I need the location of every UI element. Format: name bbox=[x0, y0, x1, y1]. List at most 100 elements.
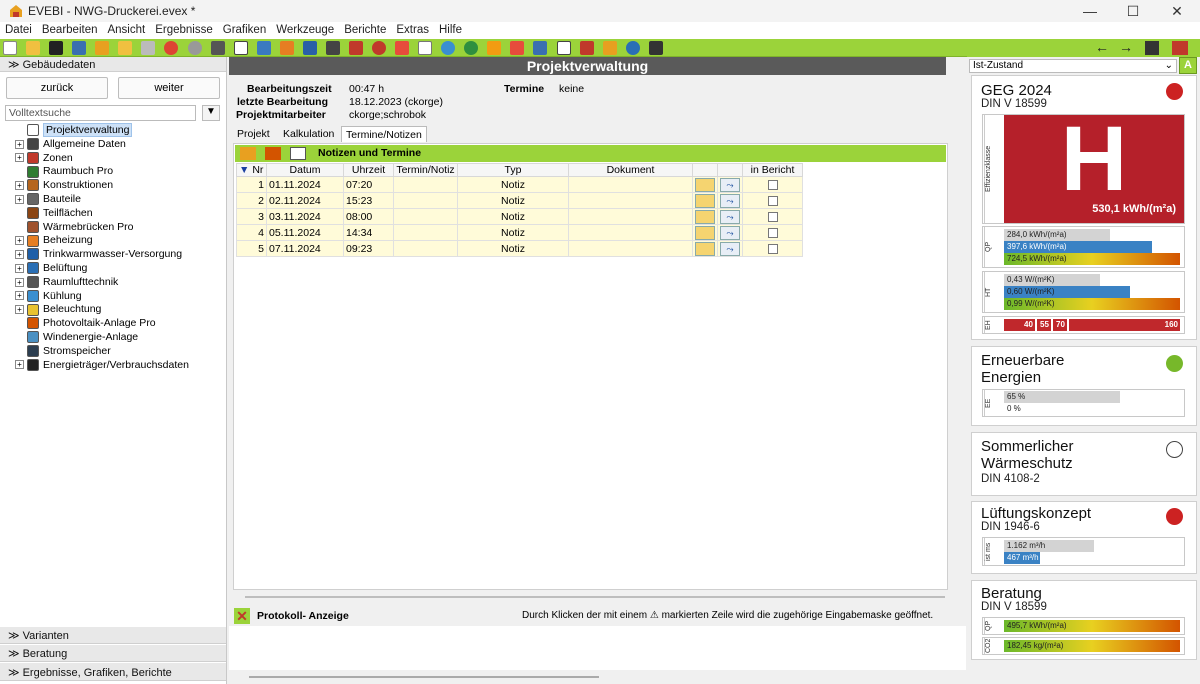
col-nr[interactable]: ▼ Nr bbox=[236, 163, 267, 177]
in-bericht-checkbox[interactable] bbox=[767, 195, 778, 206]
open-folder-icon[interactable] bbox=[695, 225, 715, 240]
close-x-icon[interactable]: ✕ bbox=[234, 608, 250, 624]
tree-item[interactable]: + Bauteile bbox=[15, 193, 81, 206]
col-datum[interactable]: Datum bbox=[266, 163, 344, 177]
mushroom-icon[interactable] bbox=[372, 41, 386, 55]
lueftung-card[interactable]: Lüftungskonzept DIN 1946-6 ist ms 1.162 … bbox=[971, 501, 1197, 574]
table-row[interactable]: 1 01.11.2024 07:20 Notiz ⤳ bbox=[236, 176, 803, 193]
search-input[interactable]: Volltextsuche bbox=[5, 105, 196, 121]
menu-werkzeuge[interactable]: Werkzeuge bbox=[271, 22, 339, 36]
tree-item[interactable]: Teilflächen bbox=[15, 207, 93, 220]
section-varianten[interactable]: ≫ Varianten bbox=[0, 627, 226, 644]
jump-icon[interactable] bbox=[1145, 41, 1159, 55]
col-in-bericht[interactable]: in Bericht bbox=[742, 163, 803, 177]
filter-icon[interactable]: ▼ bbox=[202, 105, 220, 121]
expand-icon[interactable]: + bbox=[15, 249, 24, 259]
tree-item[interactable]: Raumbuch Pro bbox=[15, 165, 113, 178]
col-uhrzeit[interactable]: Uhrzeit bbox=[343, 163, 394, 177]
tree-item[interactable]: + Beheizung bbox=[15, 234, 93, 247]
beratung-card[interactable]: Beratung DIN V 18599 QP 495,7 kWh/(m²a) … bbox=[971, 580, 1197, 660]
state-select[interactable]: Ist-Zustand ⌄ bbox=[969, 59, 1177, 73]
table-row[interactable]: 3 03.11.2024 08:00 Notiz ⤳ bbox=[236, 208, 803, 225]
table-row[interactable]: 5 07.11.2024 09:23 Notiz ⤳ bbox=[236, 240, 803, 257]
menu-datei[interactable]: Datei bbox=[0, 22, 37, 36]
col-typ[interactable]: Typ bbox=[457, 163, 569, 177]
back-button[interactable]: zurück bbox=[6, 77, 108, 99]
tree-item[interactable]: + Zonen bbox=[15, 151, 73, 165]
menu-ergebnisse[interactable]: Ergebnisse bbox=[150, 22, 218, 36]
link-icon[interactable]: ⤳ bbox=[720, 177, 740, 192]
tab-projekt[interactable]: Projekt bbox=[233, 126, 274, 142]
section-beratung[interactable]: ≫ Beratung bbox=[0, 645, 226, 662]
panel-icon[interactable] bbox=[533, 41, 548, 55]
forward-arrow-icon[interactable]: → bbox=[1119, 39, 1133, 55]
back-arrow-icon[interactable]: ← bbox=[1095, 39, 1109, 55]
ee-card[interactable]: Erneuerbare Energien EE 65 % 0 % bbox=[971, 346, 1197, 426]
tree-item[interactable]: Wärmebrücken Pro bbox=[15, 220, 133, 234]
calculator-icon[interactable] bbox=[648, 41, 663, 55]
pdf-icon[interactable] bbox=[579, 41, 594, 55]
tree-item[interactable]: + Kühlung bbox=[15, 289, 82, 303]
link-icon[interactable]: ⤳ bbox=[720, 209, 740, 224]
settings-icon[interactable] bbox=[141, 41, 156, 55]
expand-icon[interactable]: + bbox=[15, 153, 24, 163]
link-icon[interactable]: ⤳ bbox=[720, 193, 740, 208]
in-bericht-checkbox[interactable] bbox=[767, 243, 778, 254]
table-row[interactable]: 4 05.11.2024 14:34 Notiz ⤳ bbox=[236, 224, 803, 241]
save-icon[interactable] bbox=[49, 41, 64, 55]
sigma-icon[interactable] bbox=[302, 41, 317, 55]
tree-item[interactable]: + Trinkwarmwasser-Versorgung bbox=[15, 248, 182, 261]
expand-icon[interactable]: + bbox=[15, 139, 24, 149]
tree-item[interactable]: + Energieträger/Verbrauchsdaten bbox=[15, 358, 189, 372]
sun-icon[interactable] bbox=[487, 41, 502, 55]
tree-icon[interactable] bbox=[325, 41, 340, 55]
in-bericht-checkbox[interactable] bbox=[767, 211, 778, 222]
open-folder-icon[interactable] bbox=[26, 41, 41, 55]
menu-extras[interactable]: Extras bbox=[391, 22, 434, 36]
expand-icon[interactable]: + bbox=[15, 305, 24, 315]
sum-icon[interactable] bbox=[279, 41, 294, 55]
bottom-scrollbar[interactable] bbox=[249, 676, 599, 678]
tree-item[interactable]: + Raumlufttechnik bbox=[15, 276, 118, 289]
export-icon[interactable] bbox=[95, 41, 110, 55]
new-file-icon[interactable] bbox=[3, 41, 17, 55]
expand-icon[interactable]: + bbox=[15, 291, 24, 301]
copy-note-icon[interactable] bbox=[290, 147, 306, 160]
copy-icon[interactable] bbox=[72, 41, 87, 55]
link-icon[interactable]: ⤳ bbox=[720, 225, 740, 240]
maximize-button[interactable]: ☐ bbox=[1113, 2, 1153, 20]
geg-card[interactable]: GEG 2024 DIN V 18599 Effizienzklasse H 5… bbox=[971, 75, 1197, 340]
sommer-card[interactable]: Sommerlicher Wärmeschutz DIN 4108-2 bbox=[971, 432, 1197, 496]
open-folder-icon[interactable] bbox=[695, 209, 715, 224]
tree-item[interactable]: Stromspeicher bbox=[15, 345, 111, 358]
horizontal-scrollbar[interactable] bbox=[245, 596, 945, 598]
lightning-icon[interactable] bbox=[510, 41, 525, 55]
in-bericht-checkbox[interactable] bbox=[767, 179, 778, 190]
expand-icon[interactable]: + bbox=[15, 194, 24, 204]
zoom-icon[interactable] bbox=[441, 41, 456, 55]
menu-bearbeiten[interactable]: Bearbeiten bbox=[37, 22, 103, 36]
tree-item[interactable]: + Beleuchtung bbox=[15, 303, 101, 316]
delete-note-icon[interactable] bbox=[265, 147, 281, 160]
tab-termine-notizen[interactable]: Termine/Notizen bbox=[341, 126, 427, 142]
tree-item[interactable]: Projektverwaltung bbox=[15, 123, 133, 138]
link-icon[interactable]: ⤳ bbox=[720, 241, 740, 256]
a-button[interactable]: A bbox=[1179, 57, 1197, 74]
expand-icon[interactable]: + bbox=[15, 236, 24, 246]
section-gebaeudedaten[interactable]: ≫ Gebäudedaten bbox=[0, 57, 226, 72]
next-button[interactable]: weiter bbox=[118, 77, 220, 99]
redo-icon[interactable] bbox=[187, 41, 202, 55]
chart-icon[interactable] bbox=[395, 41, 410, 55]
import-icon[interactable] bbox=[118, 41, 133, 55]
menu-berichte[interactable]: Berichte bbox=[339, 22, 391, 36]
close-button[interactable]: ✕ bbox=[1157, 2, 1197, 20]
expand-icon[interactable]: + bbox=[15, 263, 24, 273]
help-icon[interactable] bbox=[625, 41, 640, 55]
tree-item[interactable]: + Allgemeine Daten bbox=[15, 138, 126, 151]
tree-item[interactable]: Photovoltaik-Anlage Pro bbox=[15, 317, 156, 330]
col-dokument[interactable]: Dokument bbox=[568, 163, 693, 177]
minimize-button[interactable]: — bbox=[1070, 2, 1110, 20]
open-folder-icon[interactable] bbox=[695, 241, 715, 256]
add-note-icon[interactable] bbox=[240, 147, 256, 160]
expand-icon[interactable]: + bbox=[15, 180, 24, 190]
